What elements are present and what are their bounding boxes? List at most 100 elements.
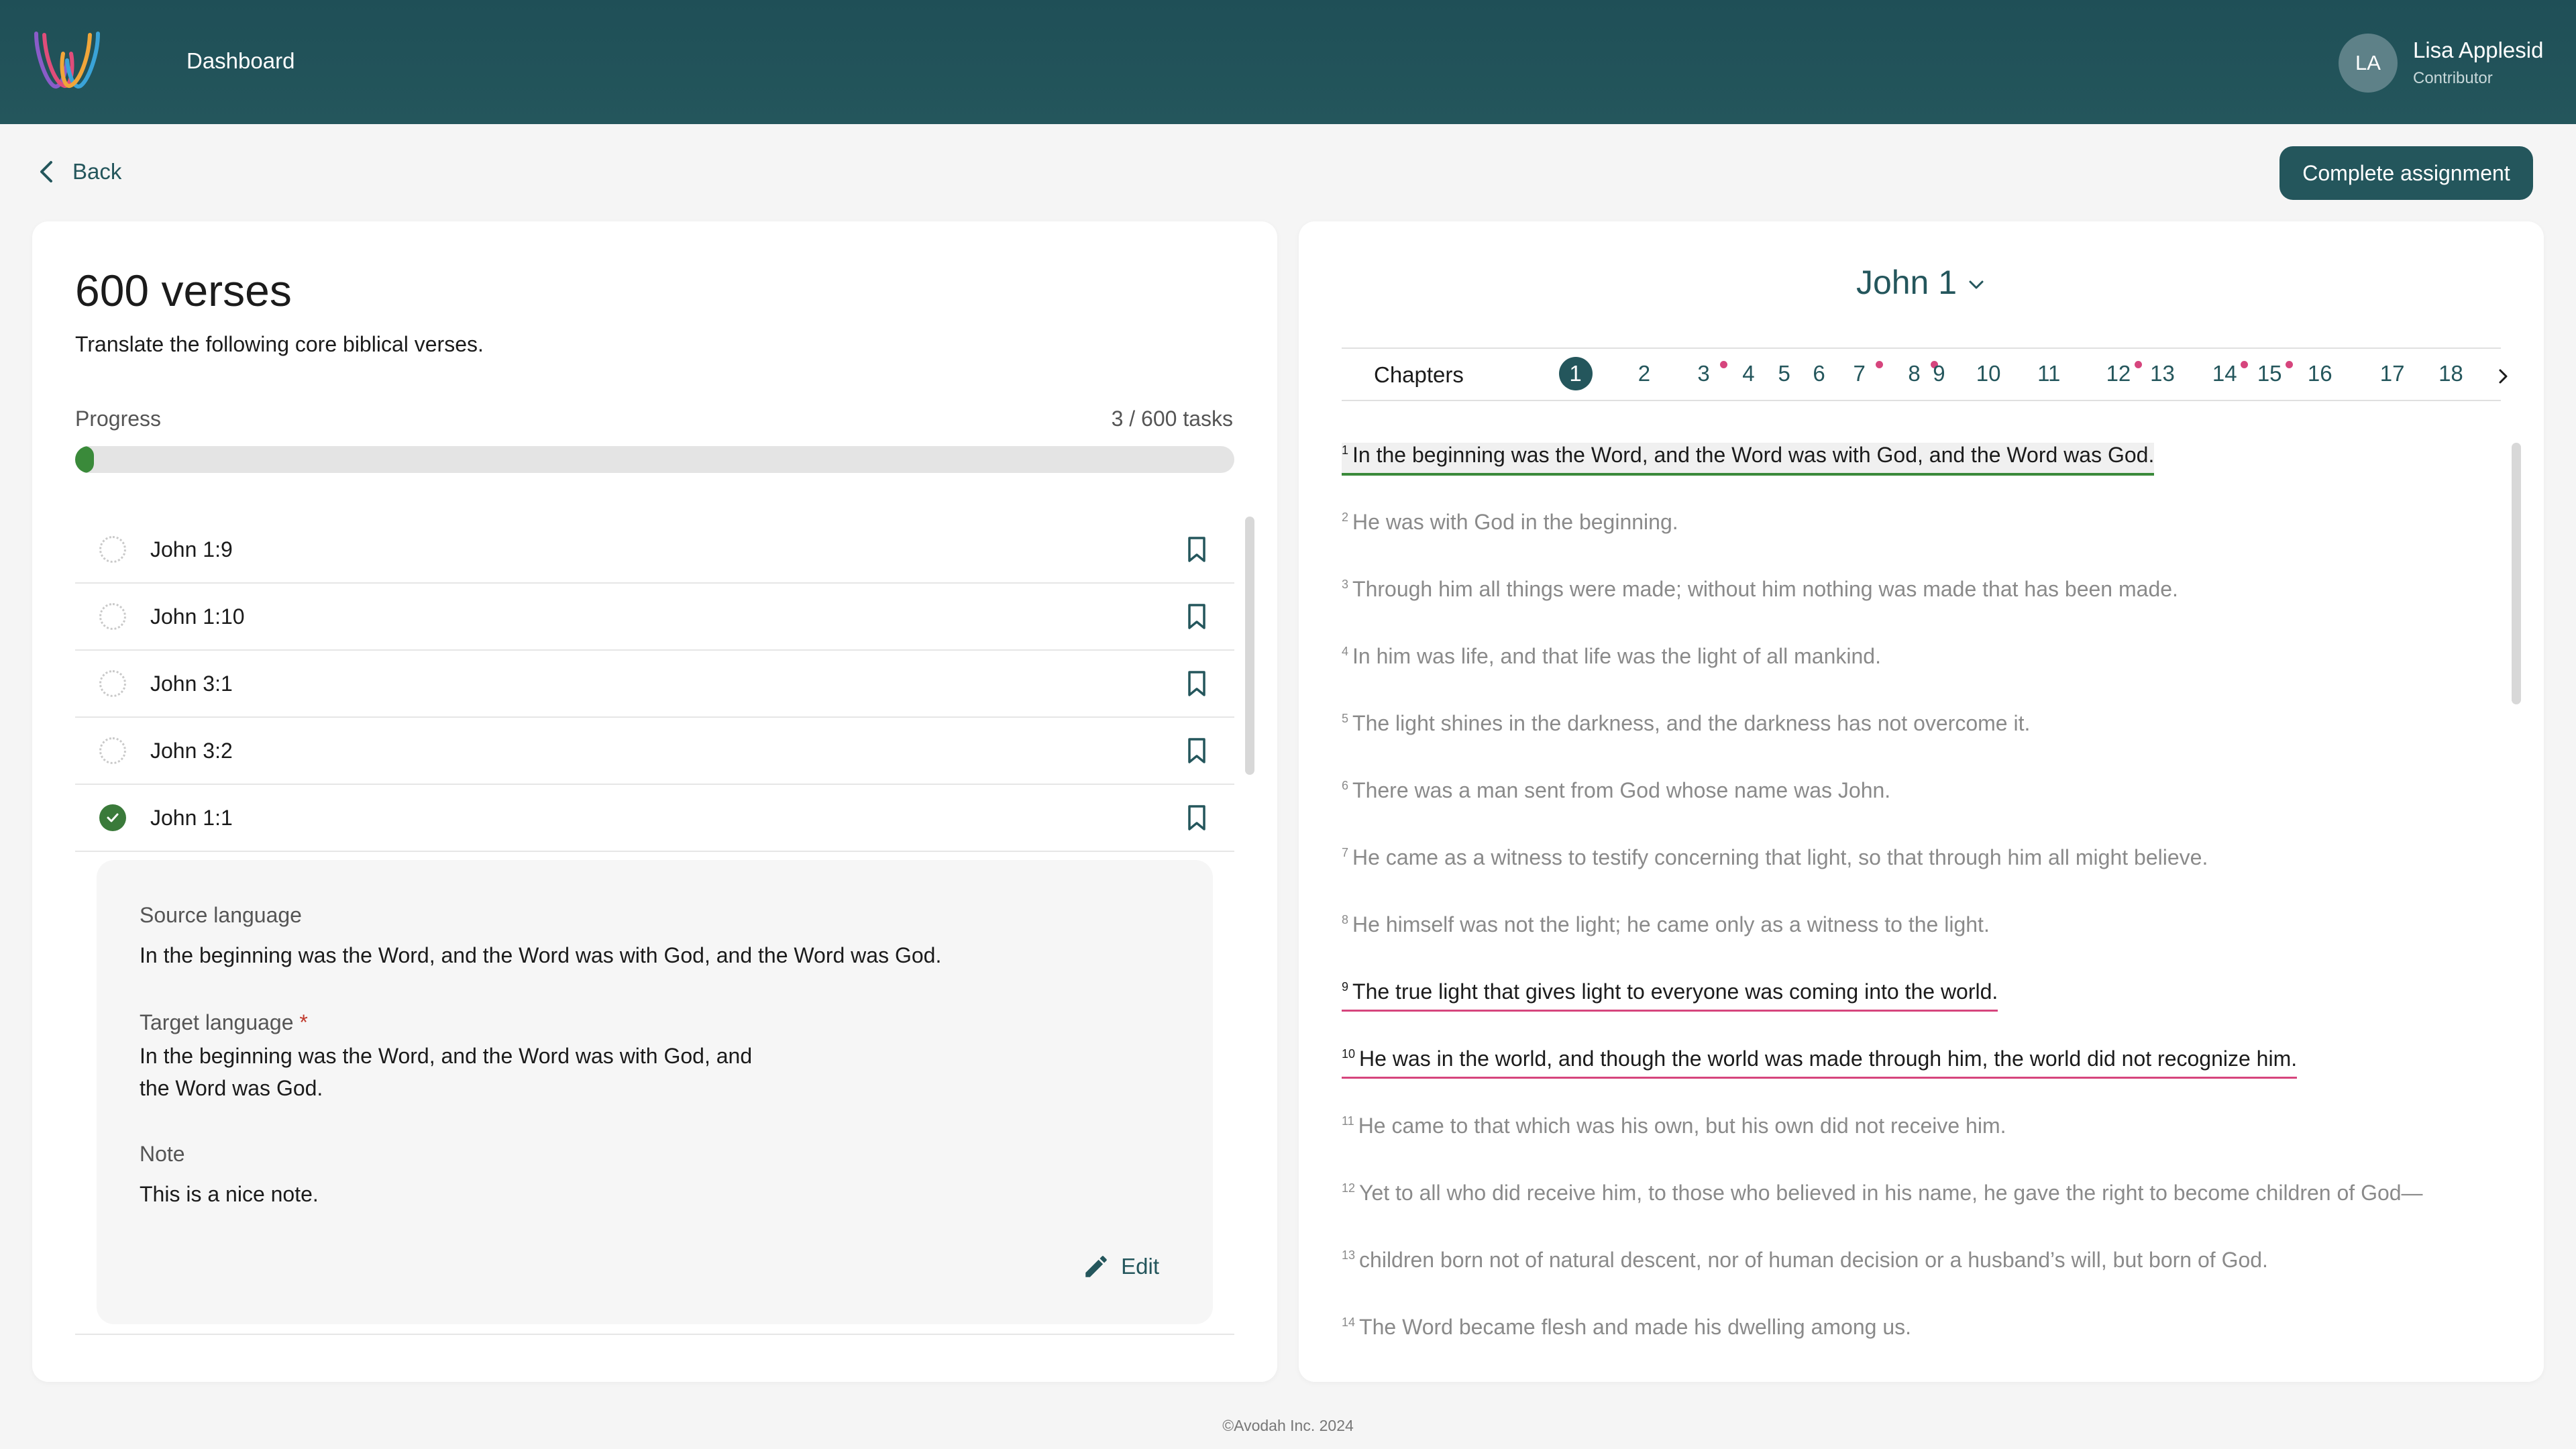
verse-line[interactable]: 8 He himself was not the light; he came o… <box>1342 912 1990 943</box>
bookmark-icon[interactable] <box>1186 669 1208 698</box>
chapter-tab-6[interactable]: 6 <box>1803 357 1836 390</box>
verse-number: 2 <box>1342 511 1349 524</box>
verse-line[interactable]: 10 He was in the world, and though the wo… <box>1342 1046 2298 1079</box>
back-button[interactable]: Back <box>36 158 121 185</box>
verse-number: 14 <box>1342 1316 1356 1329</box>
verse-line[interactable]: 11 He came to that which was his own, but… <box>1342 1114 2006 1144</box>
verse-text: The light shines in the darkness, and th… <box>1352 711 2031 735</box>
unread-dot-icon <box>2134 361 2142 368</box>
source-language-text: In the beginning was the Word, and the W… <box>140 943 942 967</box>
chapter-tab-2[interactable]: 2 <box>1627 357 1661 390</box>
chapter-number: 12 <box>2106 361 2131 386</box>
chapter-tab-16[interactable]: 16 <box>2303 357 2337 390</box>
verse-text: Yet to all who did receive him, to those… <box>1359 1181 2423 1205</box>
chapter-number: 5 <box>1778 361 1790 386</box>
required-mark: * <box>299 1010 308 1034</box>
chapter-number: 7 <box>1853 361 1866 386</box>
verse-line[interactable]: 3 Through him all things were made; witho… <box>1342 577 2178 607</box>
list-item[interactable]: John 1:1 <box>75 785 1234 852</box>
pencil-icon <box>1085 1256 1107 1277</box>
source-language-label: Source language <box>140 903 302 927</box>
user-role: Contributor <box>2413 69 2493 87</box>
progress-count: 3 / 600 tasks <box>1111 407 1233 431</box>
chapter-number: 6 <box>1813 361 1825 386</box>
chapter-number: 11 <box>2037 361 2061 386</box>
verse-line[interactable]: 6 There was a man sent from God whose nam… <box>1342 778 1890 808</box>
verse-number: 10 <box>1342 1047 1356 1061</box>
chapter-number: 18 <box>2438 361 2463 386</box>
chapter-navigation: Chapters 1 2 3 4 5 6 7 8 9 10 11 12 13 14 15 16 17 18 <box>1342 347 2508 401</box>
chapter-number: 10 <box>1976 361 2001 386</box>
chapter-tab-13[interactable]: 13 <box>2145 357 2179 390</box>
chapter-tab-18[interactable]: 18 <box>2434 357 2467 390</box>
bookmark-icon[interactable] <box>1186 804 1208 832</box>
task-description: Translate the following core biblical ve… <box>75 332 484 356</box>
verse-line[interactable]: 2 He was with God in the beginning. <box>1342 510 1678 540</box>
chapter-tab-9[interactable]: 9 <box>1922 357 1955 390</box>
verse-text: In him was life, and that life was the l… <box>1352 644 1881 668</box>
chapter-tab-11[interactable]: 11 <box>2032 357 2065 390</box>
back-label: Back <box>72 159 122 184</box>
verse-reference: John 3:1 <box>150 671 233 696</box>
chapter-tab-14[interactable]: 14 <box>2208 357 2249 390</box>
verse-line[interactable]: 14 The Word became flesh and made his dwe… <box>1342 1315 1911 1345</box>
verse-text: He came as a witness to testify concerni… <box>1352 845 2208 869</box>
nav-dashboard-link[interactable]: Dashboard <box>186 48 294 74</box>
chapter-tab-17[interactable]: 17 <box>2375 357 2409 390</box>
bookmark-icon[interactable] <box>1186 602 1208 631</box>
verse-reference: John 3:2 <box>150 738 233 763</box>
task-list-scrollbar[interactable] <box>1245 517 1254 775</box>
edit-button[interactable]: Edit <box>1082 1252 1159 1281</box>
chapter-number: 1 <box>1569 361 1582 386</box>
chapter-number: 14 <box>2212 361 2237 386</box>
verse-number: 5 <box>1342 712 1349 725</box>
avatar[interactable]: LA <box>2339 34 2398 93</box>
chapter-tab-4[interactable]: 4 <box>1731 357 1765 390</box>
target-language-label: Target language * <box>140 1010 308 1035</box>
book-chapter-select[interactable]: John 1 <box>1299 263 2544 302</box>
chevron-right-icon[interactable] <box>2496 365 2512 388</box>
chevron-left-icon <box>40 161 52 182</box>
verse-number: 9 <box>1342 980 1349 994</box>
reader-scrollbar[interactable] <box>2512 443 2521 704</box>
unread-dot-icon <box>2241 361 2249 368</box>
progress-bar-fill <box>75 446 94 473</box>
note-label: Note <box>140 1142 185 1166</box>
list-item[interactable]: John 1:10 <box>75 584 1234 651</box>
chapter-tab-15[interactable]: 15 <box>2253 357 2294 390</box>
chapter-tab-7[interactable]: 7 <box>1843 357 1883 390</box>
list-item[interactable]: John 1:9 <box>75 517 1234 584</box>
verse-number: 11 <box>1342 1114 1354 1128</box>
verse-line[interactable]: 4 In him was life, and that life was the … <box>1342 644 1881 674</box>
chapter-tab-12[interactable]: 12 <box>2102 357 2142 390</box>
chapter-tab-10[interactable]: 10 <box>1972 357 2005 390</box>
list-item[interactable]: John 3:2 <box>75 718 1234 785</box>
check-circle-icon <box>99 804 126 831</box>
verse-line[interactable]: 5 The light shines in the darkness, and t… <box>1342 711 2030 741</box>
target-language-line-2: the Word was God. <box>140 1076 323 1100</box>
verse-line[interactable]: 7 He came as a witness to testify concern… <box>1342 845 2208 875</box>
empty-circle-icon <box>99 737 126 764</box>
verse-line[interactable]: 1 In the beginning was the Word, and the … <box>1342 443 2155 476</box>
chapter-number: 3 <box>1697 361 1710 386</box>
verse-line[interactable]: 9 The true light that gives light to ever… <box>1342 979 1998 1012</box>
list-item[interactable]: John 3:1 <box>75 651 1234 718</box>
chapter-tab-1[interactable]: 1 <box>1558 357 1593 390</box>
verse-detail-card: Source language In the beginning was the… <box>97 860 1213 1324</box>
bookmark-icon[interactable] <box>1186 737 1208 765</box>
avodah-logo-icon[interactable] <box>31 27 103 94</box>
verse-text: He came to that which was his own, but h… <box>1358 1114 2006 1138</box>
complete-assignment-button[interactable]: Complete assignment <box>2279 146 2533 200</box>
bookmark-icon[interactable] <box>1186 535 1208 564</box>
chapter-tab-3[interactable]: 3 <box>1687 357 1727 390</box>
user-name: Lisa Applesid <box>2413 38 2544 62</box>
verse-text: In the beginning was the Word, and the W… <box>1352 443 2155 467</box>
page-title: 600 verses <box>75 266 292 315</box>
verse-line[interactable]: 13 children born not of natural descent, … <box>1342 1248 2268 1278</box>
task-panel: 600 verses Translate the following core … <box>32 221 1277 1382</box>
verse-number: 12 <box>1342 1181 1356 1195</box>
verse-line[interactable]: 12 Yet to all who did receive him, to tho… <box>1342 1181 2423 1211</box>
chapter-tab-5[interactable]: 5 <box>1768 357 1801 390</box>
verse-reference: John 1:9 <box>150 537 233 561</box>
book-chapter-label: John 1 <box>1856 264 1957 301</box>
